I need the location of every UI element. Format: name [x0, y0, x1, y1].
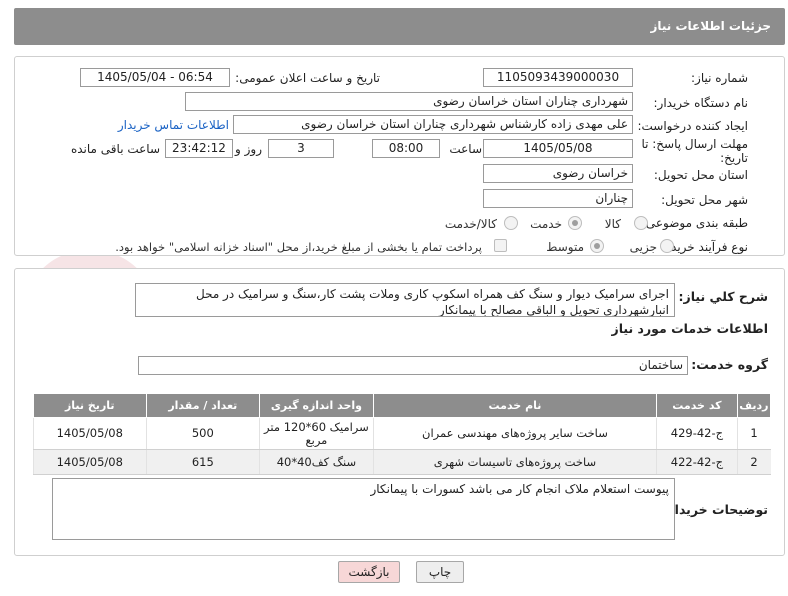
process-minor-label: جزیی: [629, 240, 657, 254]
process-label: نوع فرآیند خرید :: [663, 240, 748, 254]
buyer-org-label: نام دستگاه خریدار:: [653, 96, 749, 110]
service-group-field: ساختمان: [138, 356, 688, 375]
cell-need-date: 1405/05/08: [33, 449, 147, 475]
category-goods-radio[interactable]: [634, 216, 648, 230]
col-row-number: ردیف: [736, 393, 772, 418]
description-label: شرح کلي نياز:: [678, 289, 768, 304]
treasury-payment-note: پرداخت تمام یا بخشی از مبلغ خرید،از محل …: [115, 240, 482, 254]
buyer-notes-label: توضیحات خریدار:: [662, 502, 768, 517]
services-section-title: اطلاعات خدمات مورد نیاز: [611, 321, 769, 336]
page-title: جزئیات اطلاعات نیاز: [650, 19, 771, 33]
cell-service-code: ج-42-422: [656, 449, 738, 475]
announce-datetime-field: 1405/05/04 - 06:54: [80, 68, 230, 87]
province-label: استان محل تحویل:: [653, 168, 748, 182]
treasury-payment-checkbox[interactable]: [494, 239, 507, 252]
remaining-time-label: ساعت باقی مانده: [70, 142, 160, 156]
col-quantity: تعداد / مقدار: [145, 393, 261, 418]
col-service-code: کد خدمت: [656, 393, 738, 418]
city-label: شهر محل تحویل:: [661, 193, 748, 207]
cell-row-number: 1: [736, 417, 771, 450]
cell-unit: سنگ کف40*40: [259, 449, 374, 475]
deadline-date-field: 1405/05/08: [483, 139, 633, 158]
description-textarea: اجرای سرامیک دیوار و سنگ کف همراه اسکوپ …: [135, 283, 675, 317]
print-button[interactable]: چاپ: [416, 561, 464, 583]
buyer-org-field: شهرداری چناران استان خراسان رضوی: [185, 92, 633, 111]
cell-quantity: 500: [145, 417, 260, 450]
table-row: 2 ج-42-422 ساخت پروژه‌های تاسیسات شهری س…: [33, 449, 771, 475]
process-minor-radio[interactable]: [660, 239, 674, 253]
back-button[interactable]: بازگشت: [338, 561, 400, 583]
cell-unit: سرامیک 60*120 متر مربع: [259, 417, 374, 450]
province-field: خراسان رضوی: [483, 164, 633, 183]
col-service-name: نام خدمت: [372, 393, 658, 418]
creator-field: علی مهدی زاده کارشناس شهرداری چناران است…: [233, 115, 633, 134]
col-unit: واحد اندازه گیری: [259, 393, 374, 418]
remaining-days-field: 3: [268, 139, 334, 158]
buyer-notes-textarea: پیوست استعلام ملاک انجام کار می باشد کسو…: [52, 478, 675, 540]
cell-service-name: ساخت سایر پروژه‌های مهندسی عمران: [372, 417, 657, 450]
cell-service-name: ساخت پروژه‌های تاسیسات شهری: [372, 449, 657, 475]
page-header: جزئیات اطلاعات نیاز: [14, 8, 785, 45]
table-header-row: ردیف کد خدمت نام خدمت واحد اندازه گیری ت…: [33, 393, 772, 418]
table-row: 1 ج-42-429 ساخت سایر پروژه‌های مهندسی عم…: [33, 417, 771, 450]
creator-label: ایجاد کننده درخواست:: [637, 119, 748, 133]
cell-quantity: 615: [145, 449, 260, 475]
col-need-date: تاریخ نیاز: [33, 393, 147, 418]
category-service-label: خدمت: [530, 217, 562, 231]
need-number-field: 1105093439000030: [483, 68, 633, 87]
cell-service-code: ج-42-429: [656, 417, 738, 450]
category-goods-service-label: کالا/خدمت: [444, 217, 497, 231]
deadline-date-label: تاریخ:: [720, 151, 748, 165]
announce-datetime-label: تاریخ و ساعت اعلان عمومی:: [235, 71, 380, 85]
process-medium-radio[interactable]: [590, 239, 604, 253]
deadline-time-label: ساعت: [449, 142, 482, 156]
remaining-days-label: روز و: [235, 142, 262, 156]
cell-row-number: 2: [736, 449, 771, 475]
category-service-radio[interactable]: [568, 216, 582, 230]
category-goods-label: کالا: [604, 217, 621, 231]
process-medium-label: متوسط: [546, 240, 584, 254]
services-table: ردیف کد خدمت نام خدمت واحد اندازه گیری ت…: [33, 393, 772, 475]
city-field: چناران: [483, 189, 633, 208]
cell-need-date: 1405/05/08: [33, 417, 147, 450]
deadline-time-field: 08:00: [372, 139, 440, 158]
category-label: طبقه بندی موضوعی:: [641, 216, 748, 230]
need-number-label: شماره نیاز:: [691, 71, 748, 85]
deadline-label: مهلت ارسال پاسخ: تا: [641, 137, 748, 151]
buyer-contact-link[interactable]: اطلاعات تماس خریدار: [118, 118, 229, 132]
remaining-time-field: 23:42:12: [165, 139, 233, 158]
category-goods-service-radio[interactable]: [504, 216, 518, 230]
service-group-label: گروه خدمت:: [691, 357, 768, 372]
